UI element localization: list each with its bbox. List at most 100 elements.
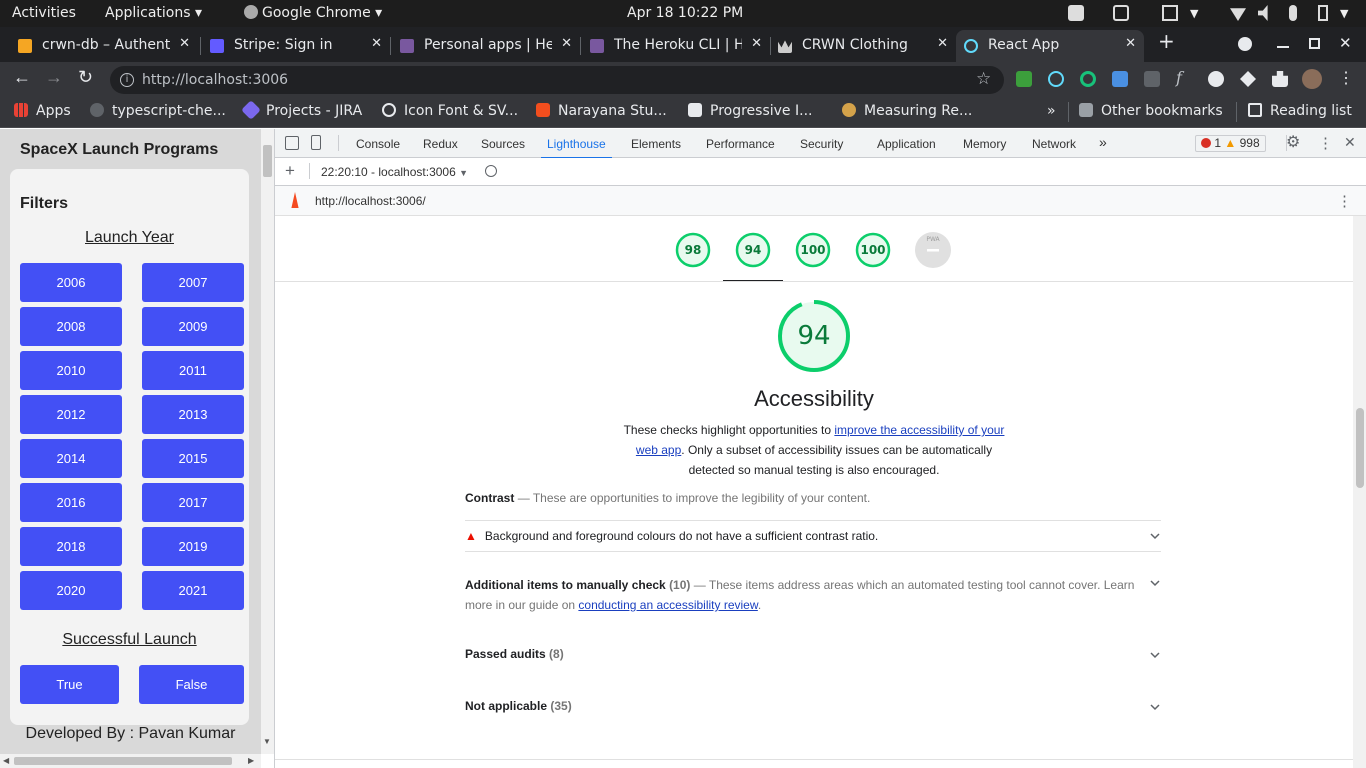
year-button-2017[interactable]: 2017 <box>142 483 244 522</box>
year-button-2020[interactable]: 2020 <box>20 571 122 610</box>
device-toolbar-icon[interactable] <box>311 135 321 150</box>
cors-extension-icon[interactable] <box>1016 71 1032 87</box>
window-close-icon[interactable]: ✕ <box>1339 34 1352 52</box>
manual-checks-header[interactable]: Additional items to manually check (10) … <box>465 575 1145 615</box>
accessibility-review-link[interactable]: conducting an accessibility review <box>578 598 757 612</box>
bookmark-typescript[interactable]: typescript-che... <box>90 103 226 119</box>
year-button-2008[interactable]: 2008 <box>20 307 122 346</box>
activities-button[interactable]: Activities <box>12 0 76 27</box>
more-tabs-icon[interactable]: » <box>1099 134 1107 150</box>
clear-reports-icon[interactable] <box>485 165 497 177</box>
report-url[interactable]: http://localhost:3006/ <box>315 194 426 208</box>
maximize-icon[interactable] <box>1309 38 1320 49</box>
system-menu-icon[interactable]: ▼ <box>1340 0 1348 27</box>
bookmark-measuring[interactable]: Measuring Re... <box>842 103 972 119</box>
close-icon[interactable]: ✕ <box>179 36 190 51</box>
score-gauge-pwa[interactable]: PWA <box>915 232 951 268</box>
scroll-left-arrow-icon[interactable]: ◀ <box>3 756 9 765</box>
score-gauge-best-practices[interactable]: 100 <box>795 232 831 268</box>
reload-icon[interactable]: ↻ <box>78 67 93 88</box>
score-gauge-performance[interactable]: 98 <box>675 232 711 268</box>
microphone-icon[interactable] <box>1289 5 1297 21</box>
tab-application[interactable]: Application <box>877 137 936 151</box>
year-button-2011[interactable]: 2011 <box>142 351 244 390</box>
year-button-2019[interactable]: 2019 <box>142 527 244 566</box>
address-bar[interactable]: i http://localhost:3006 ☆ <box>110 66 1004 94</box>
redux-devtools-icon[interactable] <box>1240 71 1256 87</box>
bookmark-narayana[interactable]: Narayana Stu... <box>536 103 667 119</box>
year-button-2012[interactable]: 2012 <box>20 395 122 434</box>
report-scroll-thumb[interactable] <box>1356 408 1364 488</box>
tab-search-icon[interactable] <box>1238 37 1252 51</box>
clipboard-dropdown-icon[interactable]: ▼ <box>1190 0 1198 27</box>
close-icon[interactable]: ✕ <box>1125 36 1136 51</box>
close-icon[interactable]: ✕ <box>751 36 762 51</box>
reading-list[interactable]: Reading list <box>1248 103 1352 119</box>
minimize-icon[interactable] <box>1277 46 1289 48</box>
year-button-2009[interactable]: 2009 <box>142 307 244 346</box>
extension-circle-icon[interactable] <box>1208 71 1224 87</box>
hscroll-thumb[interactable] <box>14 757 232 765</box>
bookmark-apps[interactable]: Apps <box>14 103 71 119</box>
page-horizontal-scrollbar[interactable]: ◀ ▶ <box>0 754 261 768</box>
close-icon[interactable]: ✕ <box>561 36 572 51</box>
info-icon[interactable]: i <box>120 73 134 87</box>
settings-gear-icon[interactable]: ⚙ <box>1286 132 1300 152</box>
year-button-2007[interactable]: 2007 <box>142 263 244 302</box>
tab-elements[interactable]: Elements <box>631 137 681 151</box>
year-button-2015[interactable]: 2015 <box>142 439 244 478</box>
new-tab-icon[interactable]: + <box>1158 29 1175 61</box>
new-report-icon[interactable]: + <box>285 161 295 181</box>
bookmark-star-icon[interactable]: ☆ <box>976 69 991 89</box>
extension-icon[interactable] <box>1144 71 1160 87</box>
year-button-2013[interactable]: 2013 <box>142 395 244 434</box>
battery-icon[interactable] <box>1318 5 1328 21</box>
function-extension-icon[interactable]: f <box>1176 68 1192 87</box>
chevron-down-icon[interactable] <box>1149 577 1161 589</box>
bookmark-progressive[interactable]: Progressive I... <box>688 103 812 119</box>
launch-true-button[interactable]: True <box>20 665 119 704</box>
clipboard-icon[interactable] <box>1162 5 1178 21</box>
year-button-2006[interactable]: 2006 <box>20 263 122 302</box>
close-icon[interactable]: ✕ <box>937 36 948 51</box>
year-button-2010[interactable]: 2010 <box>20 351 122 390</box>
launch-false-button[interactable]: False <box>139 665 244 704</box>
url-text[interactable]: http://localhost:3006 <box>142 72 288 88</box>
tab-stripe[interactable]: Stripe: Sign in ✕ <box>202 30 390 62</box>
other-bookmarks[interactable]: Other bookmarks <box>1079 103 1223 119</box>
back-icon[interactable]: ← <box>13 67 31 88</box>
score-gauge-seo[interactable]: 100 <box>855 232 891 268</box>
tab-performance[interactable]: Performance <box>706 137 775 151</box>
bookmark-jira[interactable]: Projects - JIRA <box>241 100 362 120</box>
app-menu[interactable]: Google Chrome ▾ <box>244 0 382 27</box>
screen-recorder-icon[interactable] <box>1112 71 1128 87</box>
forward-icon[interactable]: → <box>45 67 63 88</box>
profile-avatar[interactable] <box>1302 69 1322 89</box>
not-applicable-header[interactable]: Not applicable (35) <box>465 699 572 713</box>
chevron-down-icon[interactable] <box>1149 649 1161 661</box>
bookmarks-overflow-icon[interactable]: » <box>1047 103 1056 119</box>
chrome-menu-icon[interactable]: ⋮ <box>1338 68 1354 88</box>
year-button-2014[interactable]: 2014 <box>20 439 122 478</box>
scroll-thumb[interactable] <box>263 145 272 177</box>
react-devtools-icon[interactable] <box>1048 71 1064 87</box>
tab-crwn-db[interactable]: crwn-db – Authent ✕ <box>10 30 198 62</box>
wifi-icon[interactable] <box>1230 8 1246 21</box>
tab-crwn-clothing[interactable]: CRWN Clothing ✕ <box>770 30 956 62</box>
year-button-2016[interactable]: 2016 <box>20 483 122 522</box>
tab-heroku-apps[interactable]: Personal apps | He ✕ <box>392 30 580 62</box>
tab-sources[interactable]: Sources <box>481 137 525 151</box>
year-button-2021[interactable]: 2021 <box>142 571 244 610</box>
volume-icon[interactable] <box>1258 5 1268 21</box>
slack-icon[interactable] <box>1068 5 1084 21</box>
contrast-audit-row[interactable]: ▲ Background and foreground colours do no… <box>465 529 1161 543</box>
tab-network[interactable]: Network <box>1032 137 1076 151</box>
tab-heroku-cli[interactable]: The Heroku CLI | H ✕ <box>582 30 770 62</box>
tab-memory[interactable]: Memory <box>963 137 1006 151</box>
tab-security[interactable]: Security <box>800 137 843 151</box>
screenshot-icon[interactable] <box>1113 5 1129 21</box>
applications-menu[interactable]: Applications ▾ <box>105 0 202 27</box>
tab-react-app[interactable]: React App ✕ <box>956 30 1144 62</box>
inspect-element-icon[interactable] <box>285 136 299 150</box>
chevron-down-icon[interactable] <box>1149 701 1161 713</box>
